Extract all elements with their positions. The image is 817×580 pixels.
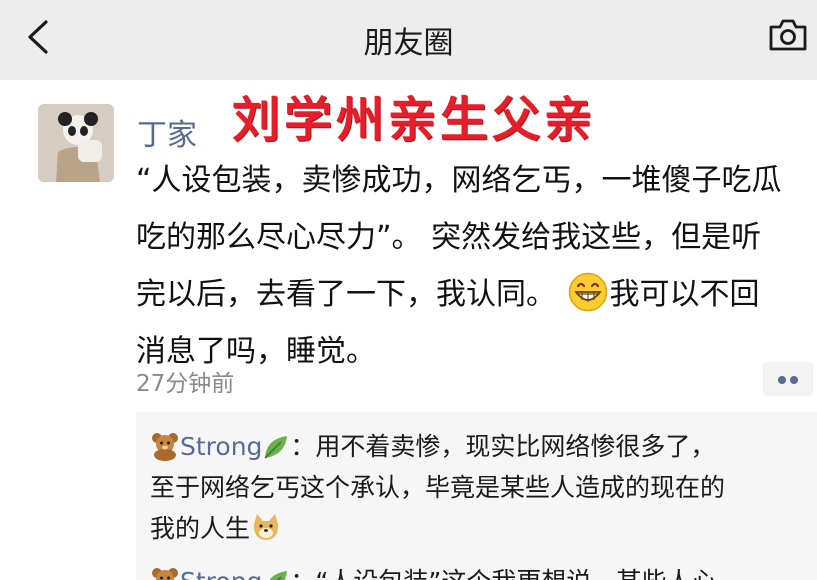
comment-line: 我的人生 <box>150 508 725 549</box>
more-actions-button[interactable] <box>763 362 813 396</box>
post-text: “人设包装，卖惨成功，网络乞丐，一堆傻子吃瓜 吃的那么尽心尽力”。 突然发给我这… <box>136 152 810 380</box>
teddy-bear-emoji-icon <box>152 568 178 580</box>
post-line: 消息了吗，睡觉。 <box>136 334 376 369</box>
post-timestamp: 27分钟前 <box>136 371 235 397</box>
post-line-text: 完以后，去看了一下，我认同。 <box>136 277 566 312</box>
comment-line: Strong ：用不着卖惨，现实比网络惨很多了， <box>150 426 725 467</box>
post-line: “人设包装，卖惨成功，网络乞丐，一堆傻子吃瓜 <box>136 163 782 198</box>
comment[interactable]: Strong ：用不着卖惨，现实比网络惨很多了， 至于网络乞丐这个承认，毕竟是某… <box>150 426 725 549</box>
post-line: 完以后，去看了一下，我认同。 我可以不回 <box>136 266 810 323</box>
grinning-emoji-icon <box>568 272 607 312</box>
leaf-emoji-icon <box>269 571 288 580</box>
post-author-name[interactable]: 丁家 <box>137 110 197 154</box>
overlay-caption: 刘学州亲生父亲 <box>232 92 597 148</box>
camera-icon[interactable] <box>767 16 809 54</box>
avatar-image <box>38 104 114 182</box>
comment-text: ：“人设包装”这个我更想说，某些人心 <box>290 567 716 580</box>
teddy-bear-emoji-icon <box>152 433 178 461</box>
post-line-text: 我可以不回 <box>609 277 760 312</box>
more-dots-icon <box>790 376 798 384</box>
comments-section: Strong ：用不着卖惨，现实比网络惨很多了， 至于网络乞丐这个承认，毕竟是某… <box>136 412 817 580</box>
comment-author-name[interactable]: Strong <box>180 567 262 580</box>
navigation-bar: 朋友圈 <box>0 0 817 80</box>
leaf-emoji-icon <box>264 436 288 459</box>
page-title: 朋友圈 <box>363 26 454 61</box>
comment-text: 我的人生 <box>150 514 251 543</box>
avatar[interactable] <box>38 104 114 182</box>
post-line: 吃的那么尽心尽力”。 突然发给我这些，但是听 <box>136 220 762 255</box>
comment-line: 至于网络乞丐这个承认，毕竟是某些人造成的现在的 <box>150 473 726 502</box>
doge-emoji-icon <box>253 514 279 540</box>
comment-author-name[interactable]: Strong <box>180 432 262 461</box>
comment[interactable]: Strong ：“人设包装”这个我更想说，某些人心 <box>150 561 716 580</box>
more-dots-icon <box>778 376 786 384</box>
comment-text: ：用不着卖惨，现实比网络惨很多了， <box>290 432 716 461</box>
